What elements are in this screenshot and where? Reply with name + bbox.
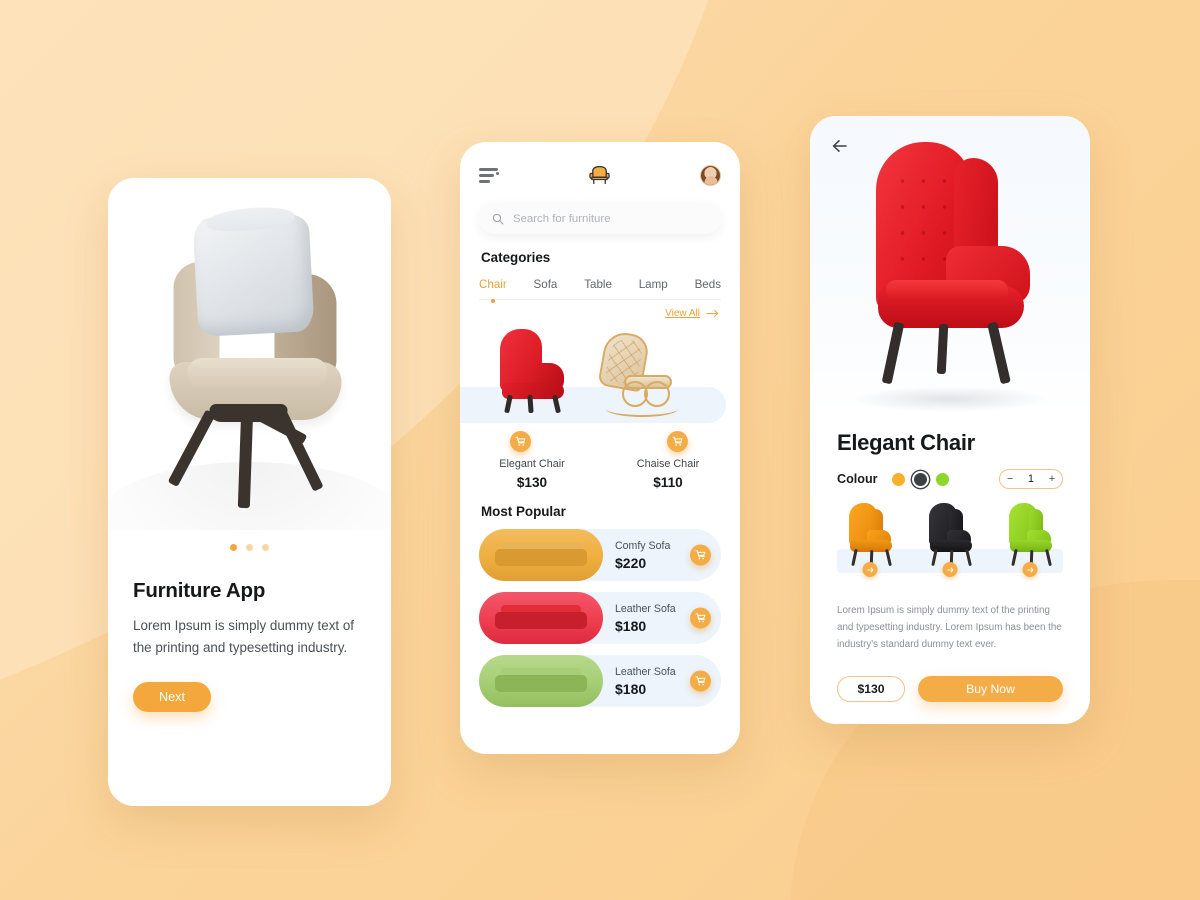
variant-arrow-button[interactable] (942, 562, 958, 577)
pagination-dot-2[interactable] (246, 544, 253, 551)
armchair-logo-icon (588, 165, 610, 185)
product-detail-screen: Elegant Chair Colour − 1 + Lorem Ipsum i… (810, 116, 1090, 724)
detail-body: Elegant Chair Colour − 1 + Lorem Ipsum i… (810, 414, 1090, 702)
search-input[interactable] (513, 212, 708, 225)
categories-heading: Categories (481, 250, 551, 265)
avatar[interactable] (700, 165, 721, 186)
tab-chair[interactable]: Chair (479, 278, 507, 291)
next-button[interactable]: Next (133, 682, 211, 713)
cart-icon (695, 550, 706, 560)
arrow-right-icon (706, 309, 719, 318)
hero-shadow (850, 386, 1050, 412)
tab-lamp[interactable]: Lamp (639, 278, 668, 291)
search-input-wrapper[interactable] (479, 203, 721, 234)
page-title: Furniture App (133, 579, 266, 602)
home-screen: Categories Chair Sofa Table Lamp Beds Vi… (460, 142, 740, 754)
product-image-chaise-chair[interactable] (588, 329, 688, 417)
red-wingback-chair-illustration (842, 142, 1058, 400)
swatch-green[interactable] (935, 472, 949, 486)
view-all-label[interactable]: View All (665, 308, 700, 319)
buy-now-button[interactable]: Buy Now (918, 675, 1063, 702)
product-image-elegant-chair[interactable] (482, 329, 582, 415)
arrow-right-icon (946, 567, 954, 572)
hamburger-icon[interactable] (479, 168, 499, 183)
view-all-link[interactable]: View All (460, 308, 719, 319)
product-title: Elegant Chair (837, 430, 975, 455)
most-popular-list: Comfy Sofa $220 Leather Sofa $180 Leathe… (479, 529, 721, 707)
product-labels: Elegant Chair $130 Chaise Chair $110 (460, 458, 740, 490)
cart-icon (672, 436, 683, 446)
tab-sofa[interactable]: Sofa (534, 278, 558, 291)
add-to-cart-button[interactable] (690, 607, 711, 629)
grey-pillow-shape (191, 213, 315, 337)
pagination-dots[interactable] (108, 544, 391, 551)
hamburger-dot (496, 172, 499, 175)
add-to-cart-button[interactable] (690, 670, 711, 692)
product-card-elegant-chair[interactable]: Elegant Chair $130 (478, 458, 586, 490)
detail-footer: $130 Buy Now (837, 675, 1063, 702)
sofa-thumbnail-green (479, 655, 603, 707)
app-bar (460, 142, 740, 189)
product-name: Chaise Chair (636, 458, 700, 470)
variant-arrow-button[interactable] (862, 562, 878, 577)
swatch-amber[interactable] (891, 472, 905, 486)
list-item[interactable]: Leather Sofa $180 (479, 655, 721, 707)
variant-orange-chair[interactable] (839, 503, 901, 577)
beige-armchair-illustration (147, 212, 352, 512)
variant-black-chair[interactable] (919, 503, 981, 577)
product-carousel (460, 325, 740, 437)
add-to-cart-button[interactable] (690, 544, 711, 566)
add-to-cart-button-chaise-chair[interactable] (667, 431, 688, 452)
swatch-charcoal-selected[interactable] (913, 472, 927, 486)
onboarding-text-block: Furniture App Lorem Ipsum is simply dumm… (108, 551, 391, 713)
tab-beds[interactable]: Beds (695, 278, 721, 291)
cart-icon (695, 613, 706, 623)
variant-green-chair[interactable] (999, 503, 1061, 577)
pagination-dot-3[interactable] (262, 544, 269, 551)
product-price: $110 (653, 475, 683, 490)
colour-swatches (891, 472, 949, 486)
arrow-right-icon (866, 567, 874, 572)
arrow-right-icon (1026, 567, 1034, 572)
variant-thumbnails (837, 503, 1063, 581)
search-icon (492, 213, 504, 224)
list-item[interactable]: Comfy Sofa $220 (479, 529, 721, 581)
price-pill[interactable]: $130 (837, 675, 905, 702)
mockup-canvas: Furniture App Lorem Ipsum is simply dumm… (0, 0, 1200, 900)
quantity-increase-button[interactable]: + (1049, 473, 1055, 485)
product-cart-buttons (460, 431, 740, 452)
category-tabs: Chair Sofa Table Lamp Beds (479, 278, 721, 300)
detail-hero-image (810, 116, 1090, 414)
tab-table[interactable]: Table (584, 278, 612, 291)
sofa-thumbnail-yellow (479, 529, 603, 581)
onboarding-screen: Furniture App Lorem Ipsum is simply dumm… (108, 178, 391, 806)
product-name: Elegant Chair (499, 458, 565, 470)
quantity-stepper[interactable]: − 1 + (999, 469, 1063, 489)
cart-icon (515, 436, 526, 446)
pagination-dot-1[interactable] (230, 544, 237, 551)
product-description: Lorem Ipsum is simply dummy text of the … (837, 605, 1062, 650)
product-price: $130 (516, 475, 548, 490)
list-item[interactable]: Leather Sofa $180 (479, 592, 721, 644)
colour-label: Colour (837, 472, 878, 486)
product-card-chaise-chair[interactable]: Chaise Chair $110 (614, 458, 722, 490)
add-to-cart-button-elegant-chair[interactable] (510, 431, 531, 452)
quantity-value: 1 (1028, 473, 1034, 485)
onboarding-hero-image (108, 178, 391, 530)
colour-row: Colour − 1 + (837, 469, 1063, 489)
sofa-thumbnail-red (479, 592, 603, 644)
onboarding-description: Lorem Ipsum is simply dummy text of the … (133, 618, 355, 655)
quantity-decrease-button[interactable]: − (1007, 473, 1013, 485)
cart-icon (695, 676, 706, 686)
variant-arrow-button[interactable] (1022, 562, 1038, 577)
most-popular-heading: Most Popular (481, 504, 566, 519)
